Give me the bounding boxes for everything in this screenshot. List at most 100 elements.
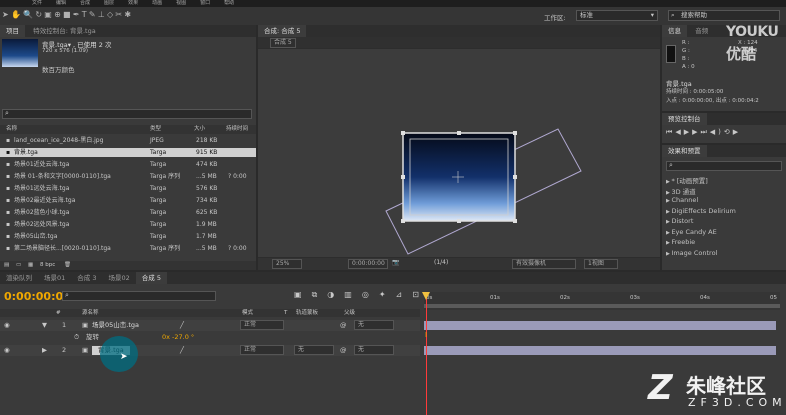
effect-category[interactable]: ▶ 3D 通道 [666, 186, 696, 196]
layer-parent-select[interactable]: 无 [354, 320, 394, 330]
layer-name[interactable]: 场景05山峦.tga [92, 320, 139, 331]
frame-blend-icon[interactable]: ▥ [344, 290, 362, 299]
eye-icon[interactable]: ◉ [4, 320, 10, 331]
tab-effect-controls[interactable]: 特效控制台: 背景.tga [27, 25, 101, 37]
loop-icon[interactable]: ⟲ [724, 128, 733, 136]
puppet-tool-icon[interactable]: ✱ [124, 10, 131, 20]
effect-category[interactable]: ▶ Distort [666, 217, 693, 225]
tab-preview[interactable]: 预览控制台 [662, 113, 707, 125]
project-file-row[interactable]: ▪ 背景.tga Targa 915 KB [0, 148, 256, 157]
project-file-row[interactable]: ▪ 第二场景脑径长...[0020-0110].tga Targa 序列 ...5 M… [0, 244, 256, 253]
parent-pickwhip-icon[interactable]: @ [340, 320, 347, 331]
clone-tool-icon[interactable]: ⊥ [98, 10, 105, 20]
eye-icon[interactable]: ◉ [4, 345, 10, 356]
camera-select[interactable]: 有效摄像机 [512, 259, 576, 269]
comp-timecode[interactable]: 0:00:00:00 [348, 259, 388, 269]
roto-tool-icon[interactable]: ✂ [115, 10, 122, 20]
workspace-select[interactable]: 标准 ▾ [576, 10, 658, 21]
timeline-tab[interactable]: 合成 5 [135, 272, 167, 284]
selection-tool-icon[interactable]: ➤ [2, 10, 9, 20]
rectangle-tool-icon[interactable]: ■ [63, 10, 71, 20]
comp-canvas[interactable] [258, 49, 660, 257]
last-frame-icon[interactable]: ⏭ [700, 128, 709, 136]
folder-icon[interactable]: ▭ [16, 261, 21, 270]
timeline-tab[interactable]: 场景02 [102, 272, 135, 284]
effects-search-input[interactable]: ⌕ [666, 161, 782, 171]
tab-composition[interactable]: 合成: 合成 5 [258, 25, 307, 37]
menu-item[interactable]: 效果 [128, 0, 138, 6]
comp-subtab[interactable]: 合成 5 [270, 38, 296, 48]
menu-item[interactable]: 合成 [80, 0, 90, 6]
menu-item[interactable]: 文件 [32, 0, 42, 6]
header-duration[interactable]: 持续时间 [226, 125, 248, 134]
playhead[interactable] [426, 292, 427, 415]
work-area-bar[interactable] [424, 304, 780, 308]
shy-icon[interactable]: ◑ [327, 290, 344, 299]
resolution-select[interactable]: (1/4) [434, 258, 448, 268]
layer-row-2[interactable]: ◉ ▶ 2 ▣ 背景.tga ╱ 正常 无 @ 无 [0, 345, 420, 356]
project-file-row[interactable]: ▪ 场景 01-条和文字[0000-0110].tga Targa 序列 ...5 M… [0, 172, 256, 181]
rotate-tool-icon[interactable]: ↻ [35, 10, 42, 20]
ram-preview-icon[interactable]: ▶ [733, 128, 741, 136]
brush-tool-icon[interactable]: ✎ [89, 10, 96, 20]
timeline-tab[interactable]: 场景01 [38, 272, 71, 284]
eraser-tool-icon[interactable]: ◇ [107, 10, 113, 20]
audio-icon[interactable]: ◀) [710, 128, 724, 136]
track-layer-2[interactable] [424, 346, 776, 355]
parent-pickwhip-icon[interactable]: @ [340, 345, 347, 356]
layer-mode-select[interactable]: 正常 [240, 320, 284, 330]
effect-category[interactable]: ▶ DigiEffects Delirium [666, 207, 736, 215]
first-frame-icon[interactable]: ⏮ [666, 128, 675, 136]
project-file-row[interactable]: ▪ 场景05山峦.tga Targa 1.7 MB [0, 232, 256, 241]
motion-blur-icon[interactable]: ◎ [362, 290, 379, 299]
interpret-icon[interactable]: ▤ [4, 261, 9, 270]
project-file-row[interactable]: ▪ 场景02远处风景.tga Targa 1.9 MB [0, 220, 256, 229]
project-file-row[interactable]: ▪ 场景02最近处云海.tga Targa 734 KB [0, 196, 256, 205]
project-file-row[interactable]: ▪ 场景02蓝色小球.tga Targa 625 KB [0, 208, 256, 217]
header-name[interactable]: 名称 [6, 125, 17, 134]
stopwatch-icon[interactable]: ⏱ [74, 332, 79, 343]
timeline-search-input[interactable]: ⌕ [62, 291, 216, 301]
effect-category[interactable]: ▶ Image Control [666, 249, 717, 257]
zoom-tool-icon[interactable]: 🔍 [23, 10, 33, 20]
time-ruler[interactable]: 0s 01s 02s 03s 04s 05 [424, 292, 780, 310]
layer-trkmat-select[interactable]: 无 [294, 345, 334, 355]
zoom-select[interactable]: 25% [272, 259, 302, 269]
expand-triangle-icon[interactable]: ▼ [42, 320, 47, 331]
layer-mode-select[interactable]: 正常 [240, 345, 284, 355]
effect-category[interactable]: ▶ Freebie [666, 238, 695, 246]
tab-info[interactable]: 信息 [662, 25, 687, 37]
comp-icon[interactable]: ▦ [28, 261, 33, 270]
quality-icon[interactable]: ╱ [180, 345, 184, 356]
timeline-tab[interactable]: 合成 3 [71, 272, 102, 284]
project-file-row[interactable]: ▪ 场景01远处云海.tga Targa 576 KB [0, 184, 256, 193]
comp-mini-flowchart-icon[interactable]: ▣ [294, 290, 312, 299]
trash-icon[interactable]: 🗑 [64, 261, 71, 270]
menu-item[interactable]: 窗口 [200, 0, 210, 6]
layer-row-1[interactable]: ◉ ▼ 1 ▣ 场景05山峦.tga ╱ 正常 @ 无 [0, 320, 420, 331]
menu-item[interactable]: 动画 [152, 0, 162, 6]
bpc-label[interactable]: 8 bpc [40, 261, 55, 270]
menu-item[interactable]: 图层 [104, 0, 114, 6]
graph-editor-icon[interactable]: ⊿ [396, 290, 413, 299]
tab-project[interactable]: 项目 [0, 25, 25, 37]
draft-3d-icon[interactable]: ⧉ [312, 290, 328, 299]
brainstorm-icon[interactable]: ✦ [379, 290, 396, 299]
menu-item[interactable]: 视图 [176, 0, 186, 6]
pen-tool-icon[interactable]: ✒ [73, 10, 80, 20]
keyframe-marker[interactable]: I [425, 331, 427, 339]
effect-category[interactable]: ▶ Channel [666, 196, 698, 204]
hand-tool-icon[interactable]: ✋ [11, 10, 21, 20]
layer-parent-select[interactable]: 无 [354, 345, 394, 355]
snapshot-icon[interactable]: 📷 [392, 258, 399, 268]
tab-effects[interactable]: 效果和预置 [662, 145, 707, 157]
timeline-tab[interactable]: 渲染队列 [0, 272, 38, 284]
type-tool-icon[interactable]: T [82, 10, 87, 20]
prev-frame-icon[interactable]: ◀ [675, 128, 683, 136]
timeline-timecode[interactable]: 0:00:00:00 [4, 290, 71, 303]
project-file-row[interactable]: ▪ land_ocean_ice_2048-黑白.jpg JPEG 218 KB [0, 136, 256, 145]
effect-category[interactable]: ▶ Eye Candy AE [666, 228, 717, 236]
menu-item[interactable]: 帮助 [224, 0, 234, 6]
search-help-input[interactable]: ⌕ 搜索帮助 [668, 10, 780, 21]
camera-tool-icon[interactable]: ▣ [44, 10, 52, 20]
